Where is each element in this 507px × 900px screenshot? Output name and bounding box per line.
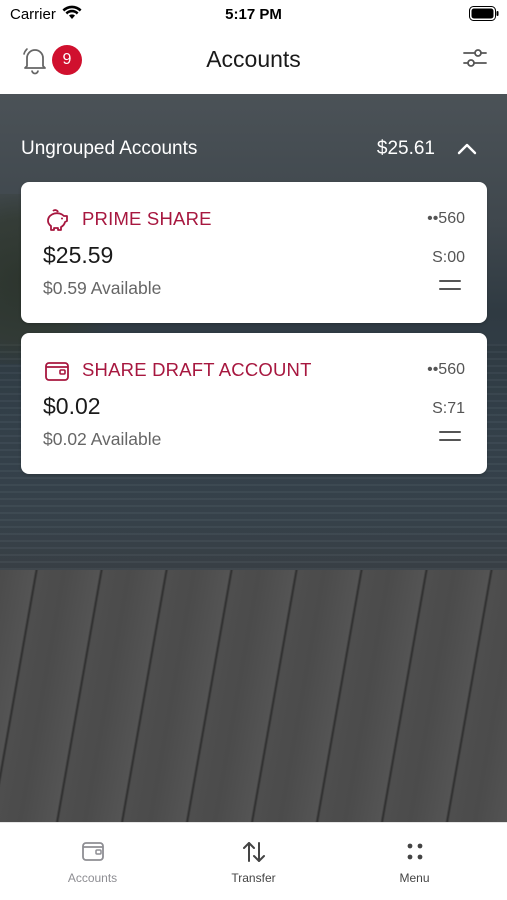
page-title: Accounts [206,46,301,72]
account-balance: $25.59 [43,242,114,268]
account-number-mask: ••560 [427,361,465,378]
tab-transfer[interactable]: Transfer [169,823,338,900]
group-total: $25.61 [376,138,435,159]
tab-menu[interactable]: Menu [330,823,499,900]
wallet-icon [82,842,104,861]
account-balance: $0.02 [43,393,101,419]
available-balance: $0.02 Available [43,429,162,449]
wallet-icon [45,362,69,381]
grid-dots-icon [407,843,423,860]
account-group-header[interactable]: Ungrouped Accounts $25.61 [21,136,487,162]
tab-accounts[interactable]: Accounts [8,823,177,900]
account-card-share-draft[interactable]: SHARE DRAFT ACCOUNT ••560 $0.02 S:71 $0.… [21,333,487,474]
tab-label-accounts: Accounts [67,871,118,885]
chevron-up-icon[interactable] [455,138,479,160]
group-title: Ungrouped Accounts [21,138,198,159]
battery-icon [469,6,499,21]
status-time: 5:17 PM [225,6,282,23]
sliders-icon [463,49,487,67]
piggy-bank-icon [47,209,68,231]
account-number-mask: ••560 [427,210,465,227]
nav-bar: 9 Accounts [0,28,507,94]
account-code: S:71 [432,400,465,417]
tab-bar: Accounts Transfer Menu [0,822,507,900]
transfer-arrows-icon [243,842,265,862]
filter-button[interactable] [461,44,489,72]
background-dock [0,570,507,822]
status-bar: Carrier 5:17 PM [0,0,507,28]
drag-handle-icon[interactable] [439,431,461,443]
tab-label-transfer: Transfer [231,871,276,885]
account-name: PRIME SHARE [82,208,212,229]
tab-label-menu: Menu [399,871,430,885]
available-balance: $0.59 Available [43,278,162,298]
drag-handle-icon[interactable] [439,280,461,292]
account-card-prime-share[interactable]: PRIME SHARE ••560 $25.59 S:00 $0.59 Avai… [21,182,487,323]
account-name: SHARE DRAFT ACCOUNT [82,359,312,380]
account-code: S:00 [432,249,465,266]
